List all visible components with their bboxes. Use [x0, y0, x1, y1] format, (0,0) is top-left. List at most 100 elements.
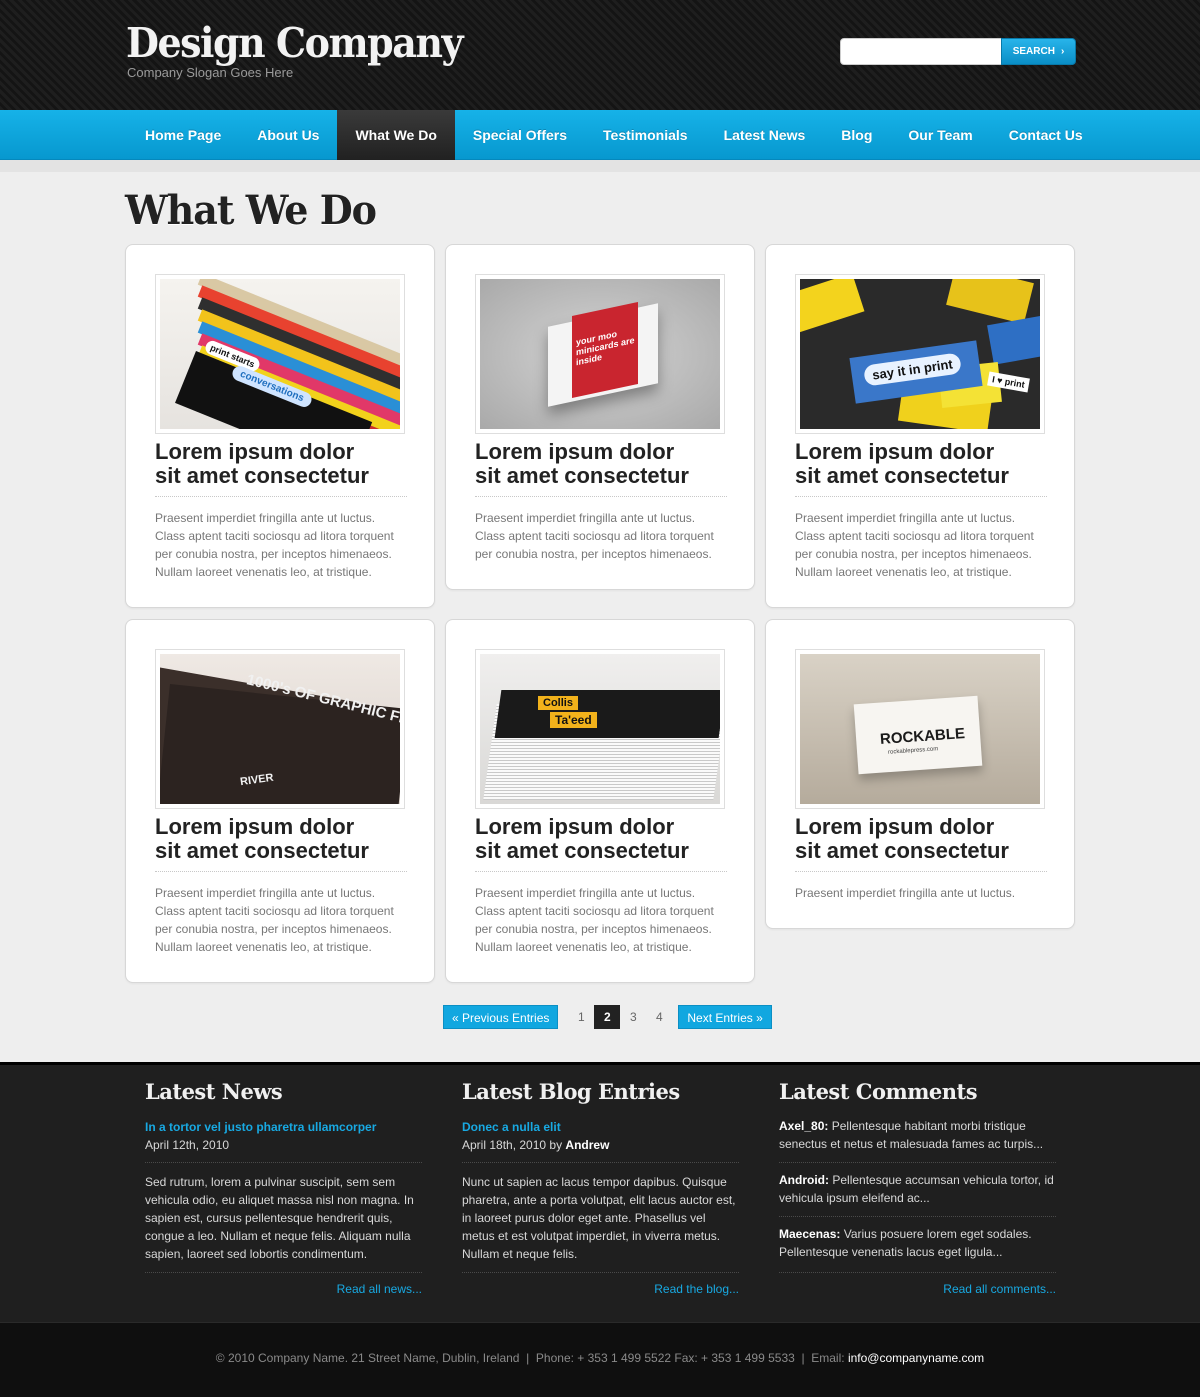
- card-title-line: Lorem ipsum dolor: [155, 439, 355, 464]
- card-title[interactable]: Lorem ipsum dolor sit amet consectetur: [475, 815, 727, 872]
- nav-item-contact-us[interactable]: Contact Us: [991, 110, 1101, 160]
- brochures-fanned-photo: 1000's OF GRAPHIC FILES RIVER: [160, 654, 400, 804]
- card-title-line: sit amet consectetur: [155, 463, 369, 488]
- page-link-1[interactable]: 1: [568, 1005, 594, 1029]
- previous-entries-button[interactable]: « Previous Entries: [443, 1005, 559, 1029]
- card-text-line: per conubia nostra, per inceptos himenae…: [155, 922, 392, 936]
- card-text-line: Praesent imperdiet fringilla ante ut luc…: [155, 511, 376, 525]
- card-text-line: Nullam laoreet venenatis leo, at tristiq…: [155, 565, 372, 579]
- latest-comments-widget: Latest Comments Axel_80: Pellentesque ha…: [779, 1065, 1056, 1305]
- page-link-3[interactable]: 3: [620, 1005, 646, 1029]
- pagination: « Previous Entries 1 2 3 4 Next Entries …: [443, 1005, 772, 1029]
- comment-author: Axel_80:: [779, 1119, 829, 1133]
- site-logo-title[interactable]: Design Company: [126, 18, 464, 67]
- read-the-blog-link[interactable]: Read the blog...: [654, 1282, 739, 1296]
- card-title-line: Lorem ipsum dolor: [475, 439, 675, 464]
- nav-item-home-page[interactable]: Home Page: [127, 110, 239, 160]
- card-text-line: per conubia nostra, per inceptos himenae…: [155, 547, 392, 561]
- card-text-line: Praesent imperdiet fringilla ante ut luc…: [795, 511, 1016, 525]
- card-title-line: sit amet consectetur: [475, 838, 689, 863]
- widget-heading: Latest Comments: [779, 1079, 978, 1104]
- card-text-line: Nullam laoreet venenatis leo, at tristiq…: [475, 940, 692, 954]
- divider: [145, 1272, 422, 1273]
- widget-heading: Latest Blog Entries: [462, 1079, 680, 1104]
- nav-item-about-us[interactable]: About Us: [239, 110, 337, 160]
- card-text-line: per conubia nostra, per inceptos himenae…: [475, 547, 712, 561]
- divider: [462, 1162, 739, 1163]
- card-thumbnail[interactable]: your moo minicards are inside: [475, 274, 725, 434]
- read-all-news-link[interactable]: Read all news...: [337, 1282, 422, 1296]
- collis-brand-top: Collis: [538, 696, 578, 710]
- service-card: your moo minicards are inside Lorem ipsu…: [445, 244, 755, 590]
- comment-author: Android:: [779, 1173, 829, 1187]
- card-thumbnail[interactable]: say it in print I ♥ print: [795, 274, 1045, 434]
- card-title-line: sit amet consectetur: [795, 838, 1009, 863]
- card-title-line: Lorem ipsum dolor: [475, 814, 675, 839]
- footer-widgets: Latest News In a tortor vel justo pharet…: [0, 1062, 1200, 1322]
- nav-item-our-team[interactable]: Our Team: [890, 110, 990, 160]
- search-button[interactable]: SEARCH ›: [1001, 38, 1076, 65]
- card-title-line: Lorem ipsum dolor: [155, 814, 355, 839]
- card-title[interactable]: Lorem ipsum dolor sit amet consectetur: [155, 815, 407, 872]
- card-text-line: per conubia nostra, per inceptos himenae…: [795, 547, 1032, 561]
- card-title[interactable]: Lorem ipsum dolor sit amet consectetur: [795, 440, 1047, 497]
- latest-news-widget: Latest News In a tortor vel justo pharet…: [145, 1065, 422, 1305]
- nav-item-special-offers[interactable]: Special Offers: [455, 110, 585, 160]
- page-link-4[interactable]: 4: [646, 1005, 672, 1029]
- comment-author: Maecenas:: [779, 1227, 841, 1241]
- card-text-line: Class aptent taciti sociosqu ad litora t…: [155, 904, 394, 918]
- collis-brand-bottom: Ta'eed: [550, 712, 597, 728]
- search-input[interactable]: [847, 42, 997, 61]
- business-cards-stack-photo: Collis Ta'eed: [480, 654, 720, 804]
- card-title-line: Lorem ipsum dolor: [795, 814, 995, 839]
- blog-author-link[interactable]: Andrew: [565, 1138, 609, 1152]
- card-description: Praesent imperdiet fringilla ante ut luc…: [155, 884, 407, 956]
- print-stickers-pile-photo: say it in print I ♥ print: [800, 279, 1040, 429]
- card-thumbnail[interactable]: ROCKABLE rockablepress.com: [795, 649, 1045, 809]
- news-post-link[interactable]: In a tortor vel justo pharetra ullamcorp…: [145, 1120, 376, 1134]
- next-entries-button[interactable]: Next Entries »: [678, 1005, 772, 1029]
- card-text-line: Class aptent taciti sociosqu ad litora t…: [475, 904, 714, 918]
- comment-item[interactable]: Maecenas: Varius posuere lorem eget soda…: [779, 1225, 1056, 1261]
- divider: [145, 1162, 422, 1163]
- divider: [779, 1272, 1056, 1273]
- card-text-line: per conubia nostra, per inceptos himenae…: [475, 922, 712, 936]
- card-title-line: sit amet consectetur: [795, 463, 1009, 488]
- latest-blog-widget: Latest Blog Entries Donec a nulla elit A…: [462, 1065, 739, 1305]
- moo-minicards-box-photo: your moo minicards are inside: [480, 279, 720, 429]
- news-post-date: April 12th, 2010: [145, 1138, 230, 1152]
- card-text-line: Class aptent taciti sociosqu ad litora t…: [795, 529, 1034, 543]
- comment-item[interactable]: Axel_80: Pellentesque habitant morbi tri…: [779, 1117, 1056, 1153]
- widget-heading: Latest News: [145, 1079, 283, 1104]
- card-title[interactable]: Lorem ipsum dolor sit amet consectetur: [795, 815, 1047, 872]
- card-description: Praesent imperdiet fringilla ante ut luc…: [155, 509, 407, 581]
- business-cards-fanned-photo: print starts conversations: [160, 279, 400, 429]
- comment-item[interactable]: Android: Pellentesque accumsan vehicula …: [779, 1171, 1056, 1207]
- news-post-excerpt: Sed rutrum, lorem a pulvinar suscipit, s…: [145, 1175, 414, 1261]
- blog-post-date: April 18th, 2010 by Andrew: [462, 1138, 609, 1152]
- nav-item-testimonials[interactable]: Testimonials: [585, 110, 706, 160]
- card-text-line: Class aptent taciti sociosqu ad litora t…: [155, 529, 394, 543]
- card-thumbnail[interactable]: Collis Ta'eed: [475, 649, 725, 809]
- card-title[interactable]: Lorem ipsum dolor sit amet consectetur: [475, 440, 727, 497]
- service-card: 1000's OF GRAPHIC FILES RIVER Lorem ipsu…: [125, 619, 435, 983]
- page-link-2-current[interactable]: 2: [594, 1005, 621, 1029]
- read-all-comments-link[interactable]: Read all comments...: [943, 1282, 1056, 1296]
- copyright-bar: © 2010 Company Name. 21 Street Name, Dub…: [0, 1322, 1200, 1397]
- card-thumbnail[interactable]: 1000's OF GRAPHIC FILES RIVER: [155, 649, 405, 809]
- service-card: say it in print I ♥ print Lorem ipsum do…: [765, 244, 1075, 608]
- card-text-line: Praesent imperdiet fringilla ante ut luc…: [795, 886, 1016, 900]
- nav-item-blog[interactable]: Blog: [823, 110, 890, 160]
- card-text-line: Praesent imperdiet fringilla ante ut luc…: [155, 886, 376, 900]
- contact-email-link[interactable]: info@companyname.com: [848, 1351, 984, 1365]
- blog-post-link[interactable]: Donec a nulla elit: [462, 1120, 561, 1134]
- site-slogan: Company Slogan Goes Here: [127, 65, 294, 80]
- search-form: SEARCH ›: [840, 38, 1076, 65]
- copyright-text: © 2010 Company Name. 21 Street Name, Dub…: [0, 1351, 1200, 1365]
- main-nav: Home Page About Us What We Do Special Of…: [0, 110, 1200, 170]
- nav-item-latest-news[interactable]: Latest News: [706, 110, 824, 160]
- divider: [779, 1216, 1056, 1217]
- card-thumbnail[interactable]: print starts conversations: [155, 274, 405, 434]
- card-text-line: Nullam laoreet venenatis leo, at tristiq…: [795, 565, 1012, 579]
- card-title[interactable]: Lorem ipsum dolor sit amet consectetur: [155, 440, 407, 497]
